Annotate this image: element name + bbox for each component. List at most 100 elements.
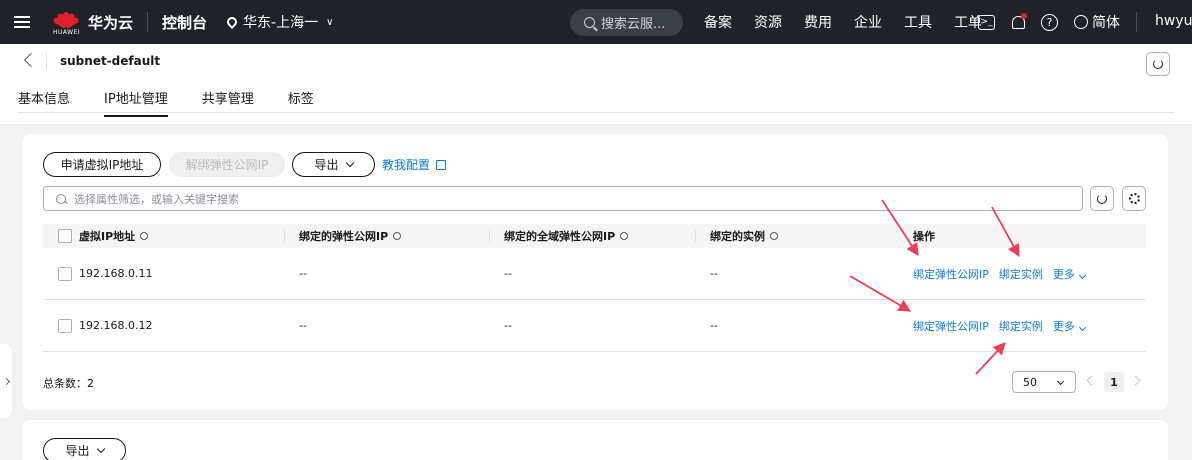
unbind-eip-button[interactable]: 解绑弹性公网IP [169,152,285,177]
total-count: 总条数：2 [43,377,94,390]
sidebar-expand-handle[interactable] [0,344,12,418]
more-menu[interactable]: 更多 [1053,318,1086,334]
bind-instance-link[interactable]: 绑定实例 [999,266,1043,282]
page-title: subnet-default [60,54,161,68]
column-label: 操作 [913,230,935,243]
sort-icon[interactable] [770,232,778,240]
column-label: 绑定的全域弹性公网IP [504,230,616,243]
refresh-button[interactable] [1146,52,1170,76]
ip-list-card: 申请虚拟IP地址 解绑弹性公网IP 导出 教我配置 选择属性筛选，或输入关键字搜… [22,134,1168,410]
search-icon [56,193,66,204]
page-size-select[interactable]: 50 [1012,371,1076,393]
help-icon[interactable]: ? [1041,13,1058,31]
console-link[interactable]: 控制台 [162,12,207,33]
terminal-icon[interactable]: >_ [978,14,995,30]
top-icon-group: >_ ? 简体 [978,0,1120,44]
secondary-card: 导出 [22,420,1168,460]
refresh-icon [1153,59,1163,69]
bell-icon[interactable] [1009,13,1027,31]
apply-virtual-ip-label: 申请虚拟IP地址 [60,158,144,172]
nav-resources[interactable]: 资源 [754,12,782,32]
bind-instance-link[interactable]: 绑定实例 [999,318,1043,334]
cell-instance: -- [710,319,718,332]
more-menu[interactable]: 更多 [1053,266,1086,282]
cell-eip: -- [299,319,307,332]
globe-icon [1074,15,1088,29]
search-icon [584,17,595,28]
guide-link[interactable]: 教我配置 [382,156,447,173]
gear-icon [1128,193,1140,204]
brand-name: 华为云 [88,13,134,32]
row-actions: 绑定弹性公网IP 绑定实例 更多 [913,248,1095,299]
global-search[interactable]: 搜索云服... [570,9,683,36]
nav-billing[interactable]: 费用 [804,12,832,32]
prev-page-icon[interactable] [1086,375,1097,386]
cell-virtual-ip: 192.168.0.11 [79,267,153,280]
region-selector[interactable]: 华东-上海一 ∨ [224,12,334,32]
external-link-icon [436,159,447,170]
unbind-eip-label: 解绑弹性公网IP [185,158,269,172]
column-eip[interactable]: 绑定的弹性公网IP [299,224,402,248]
table-refresh-button[interactable] [1090,186,1114,211]
next-page-icon[interactable] [1130,375,1141,386]
page-size-value: 50 [1023,375,1037,389]
tab-underline [18,112,1174,113]
cell-instance: -- [710,267,718,280]
page-number[interactable]: 1 [1104,372,1124,392]
table-row: 192.168.0.11 -- -- -- 绑定弹性公网IP 绑定实例 更多 [43,248,1146,300]
bind-eip-link[interactable]: 绑定弹性公网IP [913,266,989,282]
huawei-logo-icon: HUAWEI [52,10,81,36]
refresh-icon [1097,193,1107,204]
export-button-secondary[interactable]: 导出 [43,438,126,460]
column-label: 绑定的弹性公网IP [299,230,389,243]
column-global-eip[interactable]: 绑定的全域弹性公网IP [504,224,629,248]
bind-eip-link[interactable]: 绑定弹性公网IP [913,318,989,334]
column-divider [284,230,285,242]
logo-text: HUAWEI [53,29,81,36]
select-all-checkbox[interactable] [58,229,72,243]
column-instance[interactable]: 绑定的实例 [710,224,778,248]
nav-filing[interactable]: 备案 [704,12,732,32]
cell-global-eip: -- [504,319,512,332]
menu-icon[interactable] [0,0,44,44]
guide-label: 教我配置 [382,158,431,172]
huawei-logo[interactable]: HUAWEI 华为云 [52,10,134,36]
divider [1136,12,1137,32]
sort-icon[interactable] [393,232,402,240]
row-checkbox[interactable] [58,267,72,281]
location-pin-icon [224,14,240,30]
chevron-right-icon [2,377,10,385]
chevron-down-icon [1078,323,1086,331]
sort-icon[interactable] [620,232,629,240]
top-navigation-bar: HUAWEI 华为云 控制台 华东-上海一 ∨ 搜索云服... 备案 资源 费用… [0,0,1192,44]
export-button[interactable]: 导出 [292,152,375,177]
divider [147,12,149,32]
row-actions: 绑定弹性公网IP 绑定实例 更多 [913,300,1095,351]
user-account[interactable]: hwyun [1155,13,1192,29]
cell-global-eip: -- [504,267,512,280]
table-header: 虚拟IP地址 绑定的弹性公网IP 绑定的全域弹性公网IP 绑定的实例 操作 [43,224,1146,248]
export-label: 导出 [314,158,339,172]
chevron-down-icon [345,158,354,167]
language-selector[interactable]: 简体 [1074,12,1120,32]
back-icon[interactable] [23,52,39,68]
chevron-down-icon [96,444,105,453]
column-divider [695,230,696,242]
chevron-down-icon [1056,377,1065,386]
divider [46,53,47,69]
apply-virtual-ip-button[interactable]: 申请虚拟IP地址 [43,152,161,177]
region-label: 华东-上海一 [243,15,319,31]
cell-virtual-ip: 192.168.0.12 [79,319,153,332]
nav-enterprise[interactable]: 企业 [854,12,882,32]
table-row: 192.168.0.12 -- -- -- 绑定弹性公网IP 绑定实例 更多 [43,300,1146,352]
sort-icon[interactable] [140,232,149,240]
notification-dot [1021,13,1027,19]
row-checkbox[interactable] [58,319,72,333]
column-virtual-ip[interactable]: 虚拟IP地址 [79,224,149,248]
table-settings-button[interactable] [1122,186,1146,211]
global-search-placeholder: 搜索云服... [601,17,666,32]
page-header: subnet-default 基本信息 IP地址管理 共享管理 标签 [0,44,1192,124]
chevron-down-icon: ∨ [326,16,334,28]
nav-tools[interactable]: 工具 [904,12,932,32]
filter-search-input[interactable]: 选择属性筛选，或输入关键字搜索 [43,186,1083,211]
